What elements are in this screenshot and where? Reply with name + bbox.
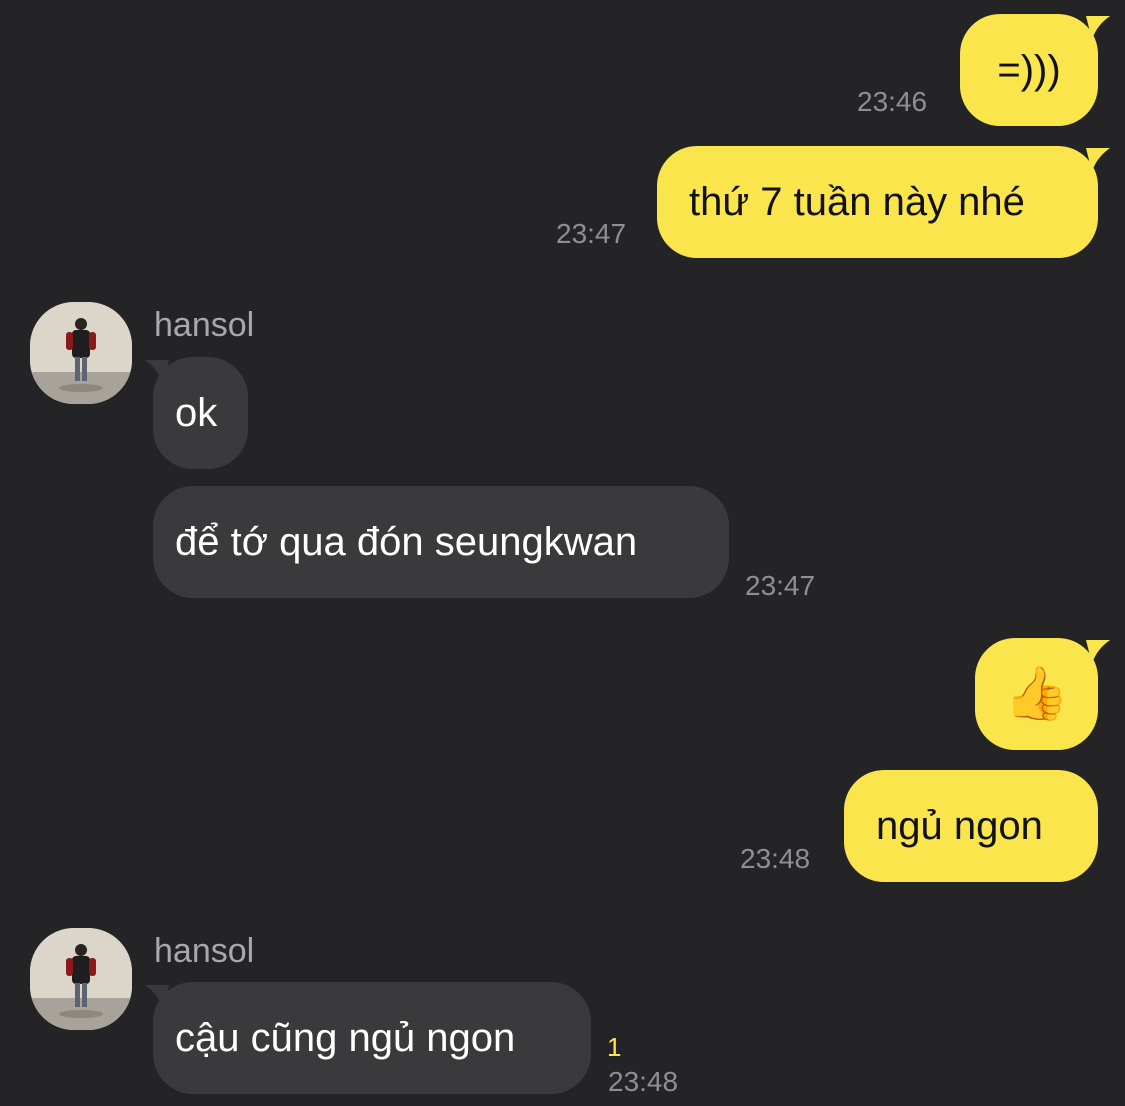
person-photo-icon — [30, 302, 132, 404]
message-timestamp: 23:47 — [556, 218, 627, 249]
incoming-message-bubble[interactable]: để tớ qua đón seungkwan — [153, 486, 729, 598]
incoming-message-bubble[interactable]: cậu cũng ngủ ngon — [153, 982, 591, 1094]
message-timestamp: 23:48 — [740, 843, 811, 874]
user-avatar[interactable] — [30, 302, 132, 404]
sender-name: hansol — [154, 306, 255, 344]
message-timestamp: 23:46 — [857, 86, 928, 117]
message-timestamp: 23:47 — [745, 570, 816, 601]
outgoing-message-bubble[interactable]: thứ 7 tuần này nhé — [657, 146, 1098, 258]
unread-count: 1 — [607, 1032, 622, 1062]
thumbs-up-emoji: 👍 — [1004, 665, 1069, 723]
outgoing-message-bubble[interactable]: 👍 — [975, 638, 1098, 750]
person-photo-icon — [30, 928, 132, 1030]
incoming-message-bubble[interactable]: ok — [153, 357, 248, 469]
message-timestamp: 23:48 — [608, 1066, 679, 1097]
user-avatar[interactable] — [30, 928, 132, 1030]
sender-name: hansol — [154, 932, 255, 970]
outgoing-message-bubble[interactable]: ngủ ngon — [844, 770, 1098, 882]
outgoing-message-bubble[interactable]: =))) — [960, 14, 1098, 126]
